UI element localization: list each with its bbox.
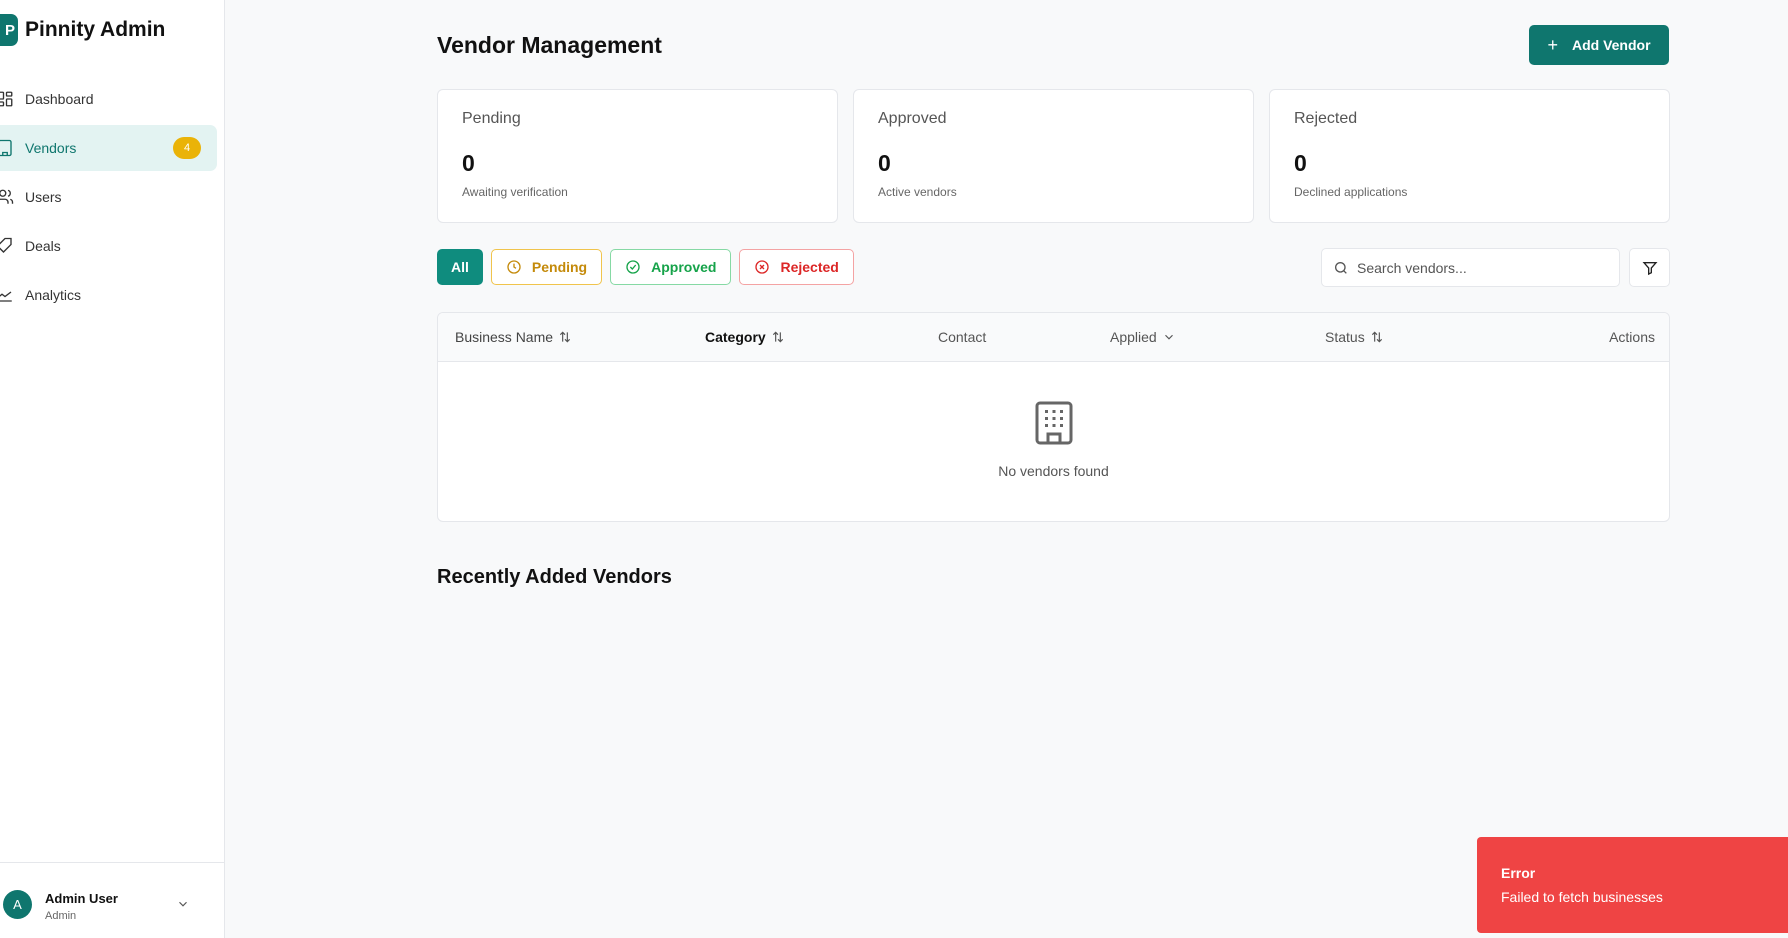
- sidebar-item-users[interactable]: Users: [0, 174, 217, 220]
- sidebar-nav: Dashboard Vendors 4 Users Deals Analytic…: [0, 76, 225, 321]
- column-label: Contact: [938, 329, 987, 345]
- filter-label: Pending: [531, 259, 588, 275]
- add-vendor-label: Add Vendor: [1571, 37, 1651, 53]
- column-label: Category: [705, 329, 766, 345]
- brand-name: Pinnity Admin: [25, 18, 166, 41]
- check-circle-icon: [626, 260, 640, 274]
- toast-title: Error: [1501, 865, 1536, 881]
- filter-label: Approved: [651, 259, 717, 275]
- column-label: Business Name: [455, 329, 554, 345]
- filter-label: All: [451, 259, 469, 275]
- x-circle-icon: [755, 260, 770, 274]
- status-filter-tabs: All Pending Approved Rejected: [437, 249, 862, 285]
- filter-pending-button[interactable]: Pending: [490, 249, 603, 285]
- search-icon: [1335, 261, 1347, 274]
- column-label: Actions: [1609, 329, 1655, 345]
- column-label: Applied: [1110, 329, 1157, 345]
- sidebar-item-label: Users: [25, 189, 62, 205]
- column-contact: Contact: [938, 329, 986, 345]
- user-name: Admin User: [45, 891, 118, 906]
- stat-title: Rejected: [1294, 110, 1358, 127]
- stat-value: 0: [1294, 150, 1307, 176]
- column-business-name[interactable]: Business Name: [455, 329, 572, 345]
- stat-card-pending: Pending 0 Awaiting verification: [437, 89, 838, 223]
- vendors-table: Business Name Category Contact Applied S…: [437, 312, 1670, 522]
- sidebar-item-dashboard[interactable]: Dashboard: [0, 76, 217, 122]
- filter-label: Rejected: [780, 259, 839, 275]
- stat-card-rejected: Rejected 0 Declined applications: [1269, 89, 1670, 223]
- toast-message: Failed to fetch businesses: [1501, 889, 1663, 905]
- filter-button[interactable]: [1629, 248, 1670, 287]
- page-title: Vendor Management: [437, 32, 662, 58]
- user-menu[interactable]: A Admin User Admin: [0, 862, 225, 938]
- column-actions: Actions: [1609, 329, 1655, 345]
- search-box[interactable]: [1321, 248, 1620, 287]
- table-header: Business Name Category Contact Applied S…: [438, 313, 1669, 362]
- sidebar-item-label: Analytics: [25, 287, 82, 303]
- column-category[interactable]: Category: [705, 329, 785, 345]
- user-role: Admin: [45, 910, 77, 922]
- plus-icon: +: [1547, 35, 1558, 55]
- avatar: A: [3, 890, 32, 919]
- filter-rejected-button[interactable]: Rejected: [739, 249, 854, 285]
- stats-cards: Pending 0 Awaiting verification Approved…: [437, 89, 1670, 223]
- column-label: Status: [1325, 329, 1365, 345]
- building-icon: [0, 138, 16, 158]
- brand[interactable]: P Pinnity Admin: [0, 14, 165, 46]
- sort-icon: [1371, 331, 1382, 343]
- tag-icon: [0, 236, 16, 256]
- column-status[interactable]: Status: [1325, 329, 1384, 345]
- building-icon: [1035, 401, 1073, 445]
- brand-logo: P: [0, 14, 18, 46]
- filter-all-button[interactable]: All: [437, 249, 483, 285]
- chevron-down-icon: [1164, 334, 1173, 340]
- sidebar: P Pinnity Admin Dashboard Vendors 4 User…: [0, 0, 225, 938]
- sort-icon: [559, 331, 571, 343]
- stat-subtitle: Declined applications: [1294, 185, 1408, 199]
- sidebar-item-label: Deals: [25, 238, 61, 254]
- add-vendor-button[interactable]: + Add Vendor: [1529, 25, 1669, 65]
- error-toast[interactable]: Error Failed to fetch businesses: [1477, 837, 1788, 933]
- stat-value: 0: [462, 150, 475, 176]
- users-icon: [0, 187, 16, 207]
- sidebar-item-analytics[interactable]: Analytics: [0, 272, 217, 318]
- clock-icon: [507, 260, 521, 274]
- stat-card-approved: Approved 0 Active vendors: [853, 89, 1254, 223]
- sidebar-item-vendors[interactable]: Vendors 4: [0, 125, 217, 171]
- stat-subtitle: Active vendors: [878, 185, 957, 199]
- sort-icon: [772, 331, 783, 343]
- layout-dashboard-icon: [0, 89, 16, 109]
- chart-line-icon: [0, 285, 16, 305]
- recently-added-title: Recently Added Vendors: [437, 566, 672, 588]
- empty-state-text: No vendors found: [998, 463, 1109, 479]
- search-input[interactable]: [1357, 259, 1607, 276]
- filter-approved-button[interactable]: Approved: [610, 249, 732, 285]
- column-applied[interactable]: Applied: [1110, 329, 1176, 345]
- stat-title: Approved: [878, 110, 947, 127]
- sidebar-item-label: Dashboard: [25, 91, 94, 107]
- vendors-count-badge: 4: [173, 137, 201, 159]
- sidebar-item-label: Vendors: [25, 140, 77, 156]
- empty-state: No vendors found: [438, 362, 1669, 521]
- funnel-icon: [1642, 261, 1657, 275]
- sidebar-item-deals[interactable]: Deals: [0, 223, 217, 269]
- stat-value: 0: [878, 150, 891, 176]
- chevron-down-icon[interactable]: [176, 897, 190, 911]
- stat-subtitle: Awaiting verification: [462, 185, 568, 199]
- stat-title: Pending: [462, 110, 521, 127]
